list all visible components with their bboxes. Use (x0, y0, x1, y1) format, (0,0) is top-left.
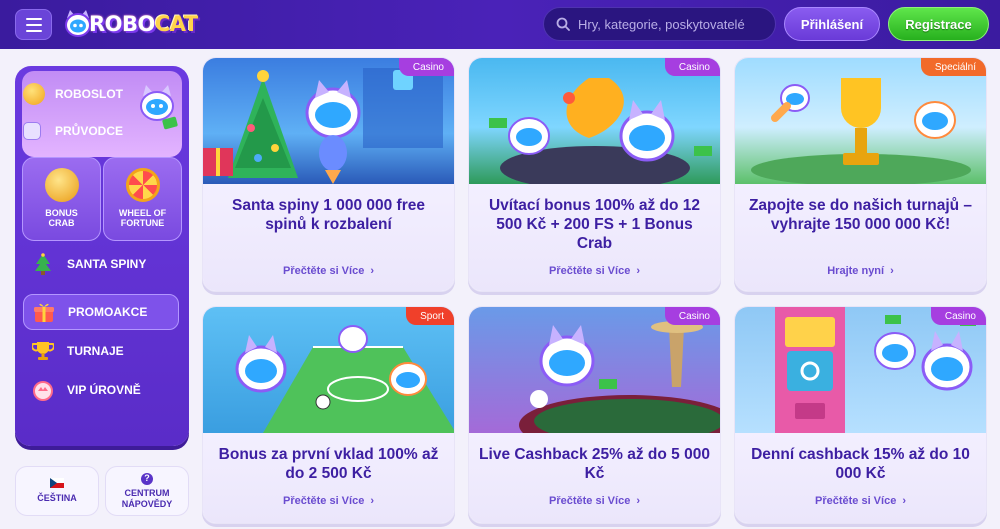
login-button[interactable]: Přihlášení (784, 7, 880, 41)
sidebar: ROBOSLOT PRŮVODCE BONUS CRAB WHEEL OF FO… (15, 66, 189, 446)
promo-card-body: Live Cashback 25% až do 5 000 Kč Přečtět… (469, 433, 720, 523)
promo-card[interactable]: Casino Uvítací bonus 100% až do 12 500 K… (468, 57, 721, 292)
menu-icon-line (25, 23, 42, 26)
link-label: Přečtěte si Více (282, 265, 365, 277)
sidebar-tile-bonus-crab[interactable]: BONUS CRAB (22, 157, 101, 241)
czech-flag-icon (50, 478, 64, 488)
read-more-link[interactable]: Přečtěte si Více › (203, 495, 454, 507)
promo-card[interactable]: Casino Denní cashback 15% až do 10 000 K… (734, 306, 987, 524)
link-label: Hrajte nyní (827, 265, 885, 277)
sidebar-item-label: VIP ÚROVNĚ (67, 383, 141, 397)
menu-icon (25, 17, 42, 20)
menu-button[interactable] (15, 9, 52, 40)
chevron-right-icon: › (370, 495, 374, 507)
robocat-mascot-icon (140, 85, 178, 130)
read-more-link[interactable]: Přečtěte si Více › (469, 495, 720, 507)
sidebar-item-promoakce[interactable]: PROMOAKCE (23, 294, 179, 330)
promo-card-body: Denní cashback 15% až do 10 000 Kč Přečt… (735, 433, 986, 523)
sidebar-tile-wheel-of-fortune[interactable]: WHEEL OF FORTUNE (103, 157, 182, 241)
promo-image (203, 307, 454, 433)
help-center-button[interactable]: ? CENTRUM NÁPOVĚDY (105, 466, 189, 516)
link-label: Přečtěte si Více (814, 495, 897, 507)
language-button[interactable]: ČEŠTINA (15, 466, 99, 516)
search-icon (556, 17, 570, 31)
play-now-link[interactable]: Hrajte nyní › (735, 265, 986, 277)
search-placeholder: Hry, kategorie, poskytovatelé (578, 16, 745, 32)
sidebar-item-vip-urovne[interactable]: VIP ÚROVNĚ (23, 372, 179, 408)
promo-title: Uvítací bonus 100% až do 12 500 Kč + 200… (488, 197, 701, 252)
help-label-line2: NÁPOVĚDY (121, 498, 173, 509)
help-label-line1: CENTRUM (124, 487, 170, 498)
sidebar-item-label: SANTA SPINY (67, 257, 147, 271)
sidebar-item-roboslot[interactable]: ROBOSLOT (23, 79, 123, 109)
logo-text: ROBOCAT (89, 12, 198, 36)
promo-title: Zapojte se do našich turnajů – vyhrajte … (748, 197, 973, 233)
category-badge: Casino (398, 58, 454, 76)
chevron-right-icon: › (890, 265, 894, 277)
sidebar-item-label: PRŮVODCE (55, 124, 124, 138)
category-badge: Casino (664, 307, 720, 325)
category-badge: Casino (664, 58, 720, 76)
chevron-right-icon: › (636, 265, 640, 277)
tile-label: WHEEL OF FORTUNE (118, 208, 167, 228)
logo[interactable]: ROBOCAT (63, 6, 198, 42)
read-more-link[interactable]: Přečtěte si Více › (203, 265, 454, 277)
sidebar-item-label: PROMOAKCE (68, 305, 148, 319)
category-badge: Casino (930, 307, 986, 325)
promo-card-body: Uvítací bonus 100% až do 12 500 Kč + 200… (469, 184, 720, 291)
crab-coin-icon (44, 168, 79, 202)
wheel-icon (125, 168, 160, 202)
promo-card[interactable]: Sport Bonus za první vklad 100% až do 2 … (202, 306, 455, 524)
promo-card-body: Santa spiny 1 000 000 free spinů k rozba… (203, 184, 454, 291)
promo-card[interactable]: Speciální Zapojte se do našich turnajů –… (734, 57, 987, 292)
top-header: ROBOCAT Hry, kategorie, poskytovatelé Př… (0, 0, 1000, 49)
guide-icon (23, 122, 41, 140)
sidebar-item-label: ROBOSLOT (55, 87, 123, 101)
promo-card-body: Bonus za první vklad 100% až do 2 500 Kč… (203, 433, 454, 523)
christmas-tree-icon (31, 252, 55, 276)
sidebar-item-turnaje[interactable]: TURNAJE (23, 333, 179, 369)
link-label: Přečtěte si Více (548, 495, 631, 507)
vip-icon (31, 378, 55, 402)
chevron-right-icon: › (902, 495, 906, 507)
promo-title: Live Cashback 25% až do 5 000 Kč (479, 446, 710, 482)
trophy-icon (31, 339, 55, 363)
promo-title: Denní cashback 15% až do 10 000 Kč (751, 446, 970, 482)
promo-image (203, 58, 454, 184)
read-more-link[interactable]: Přečtěte si Více › (469, 265, 720, 277)
link-label: Přečtěte si Více (548, 265, 631, 277)
robocat-logo-icon (65, 10, 91, 37)
chevron-right-icon: › (636, 495, 640, 507)
category-badge: Speciální (920, 58, 986, 76)
promo-image (735, 58, 986, 184)
register-button[interactable]: Registrace (888, 7, 989, 41)
promo-title: Santa spiny 1 000 000 free spinů k rozba… (231, 197, 425, 233)
tile-label: BONUS CRAB (45, 208, 78, 228)
chevron-right-icon: › (370, 265, 374, 277)
promo-card[interactable]: Casino Live Cashback 25% až do 5 000 Kč … (468, 306, 721, 524)
gift-icon (32, 300, 56, 324)
coin-icon (23, 83, 45, 105)
language-label: ČEŠTINA (37, 493, 77, 503)
promo-image (735, 307, 986, 433)
promo-card[interactable]: Casino Santa spiny 1 000 000 free spinů … (202, 57, 455, 292)
promo-card-body: Zapojte se do našich turnajů – vyhrajte … (735, 184, 986, 291)
link-label: Přečtěte si Více (282, 495, 365, 507)
sidebar-item-pruvodce[interactable]: PRŮVODCE (23, 116, 123, 146)
search-input[interactable]: Hry, kategorie, poskytovatelé (543, 7, 776, 41)
category-badge: Sport (406, 307, 454, 325)
promo-image (469, 58, 720, 184)
promo-title: Bonus za první vklad 100% až do 2 500 Kč (218, 446, 439, 482)
read-more-link[interactable]: Přečtěte si Více › (735, 495, 986, 507)
help-icon: ? (141, 472, 153, 485)
promo-image (469, 307, 720, 433)
sidebar-item-santa-spiny[interactable]: SANTA SPINY (23, 246, 179, 282)
sidebar-item-label: TURNAJE (67, 344, 124, 358)
menu-icon-line (25, 29, 42, 32)
